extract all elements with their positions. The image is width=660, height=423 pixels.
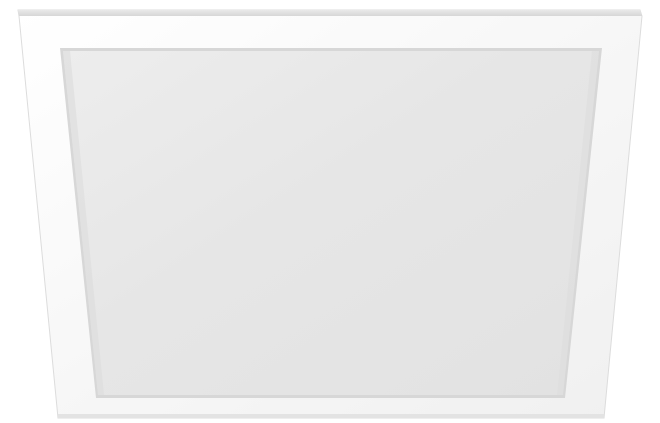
panel-top-rim (18, 10, 642, 16)
light-diffuser (63, 51, 599, 395)
ceiling-panel-light (17, 9, 643, 419)
panel-bottom-edge (58, 414, 604, 418)
product-photo (0, 0, 660, 423)
